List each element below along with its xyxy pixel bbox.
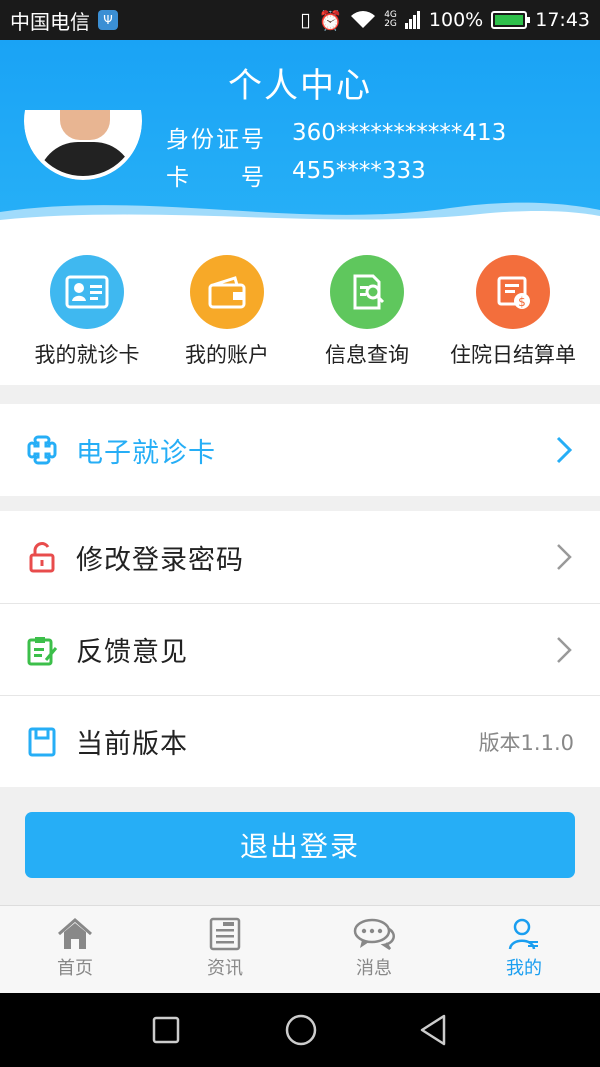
battery-percent: 100% (428, 9, 484, 31)
ecard-row[interactable]: 电子就诊卡 (0, 404, 600, 496)
feedback-label: 反馈意见 (76, 637, 188, 668)
tab-mine[interactable]: 我的 (474, 914, 574, 980)
tab-home-label: 首页 (57, 958, 93, 979)
daily-bill-label: 住院日结算单 (450, 343, 576, 367)
signal-icon (404, 11, 420, 29)
bill-icon: $ (476, 255, 550, 329)
feedback-row[interactable]: 反馈意见 (0, 603, 600, 695)
usb-icon: Ψ (98, 10, 118, 30)
chevron-right-icon (557, 544, 572, 570)
system-navigation-bar (0, 993, 600, 1067)
home-icon (25, 914, 125, 954)
tab-home[interactable]: 首页 (25, 914, 125, 980)
status-bar: 中国电信 Ψ ▯ ⏰ 4G 2G 100% 17:43 (0, 0, 600, 40)
id-number-row: 身份证号 360***********413 (166, 120, 506, 154)
version-value: 版本1.1.0 (478, 730, 574, 755)
settings-group: 修改登录密码 反馈意见 当前版本 版本1.1.0 (0, 511, 600, 787)
tab-messages[interactable]: 消息 (324, 914, 424, 980)
news-icon (175, 914, 275, 954)
save-disk-icon (26, 726, 58, 758)
card-number-row: 卡 号 455****333 (166, 158, 426, 192)
header-wave (0, 202, 600, 230)
id-number-label: 身份证号 (166, 127, 266, 153)
chat-icon (324, 914, 424, 954)
my-account-label: 我的账户 (185, 343, 269, 367)
tab-news[interactable]: 资讯 (175, 914, 275, 980)
alarm-icon: ⏰ (318, 9, 343, 32)
clipboard-edit-icon (26, 634, 58, 666)
card-number-value: 455****333 (292, 158, 426, 184)
bottom-tab-bar: 首页 资讯 消息 我的 (0, 905, 600, 993)
my-card-label: 我的就诊卡 (34, 343, 140, 367)
back-triangle-icon[interactable] (418, 1013, 448, 1047)
version-label: 当前版本 (76, 729, 188, 760)
daily-bill-action[interactable]: $ 住院日结算单 (438, 255, 588, 369)
info-query-action[interactable]: 信息查询 (292, 255, 442, 369)
clock: 17:43 (535, 9, 590, 31)
ecard-label: 电子就诊卡 (76, 437, 216, 469)
chevron-right-icon (556, 436, 573, 464)
my-account-action[interactable]: 我的账户 (152, 255, 302, 369)
wifi-icon (351, 11, 376, 28)
lock-icon (26, 541, 58, 573)
info-query-label: 信息查询 (325, 343, 409, 367)
tab-mine-label: 我的 (506, 958, 542, 979)
ecard-group: 电子就诊卡 (0, 404, 600, 496)
vibrate-icon: ▯ (300, 9, 311, 31)
user-icon (474, 914, 574, 954)
avatar[interactable] (24, 110, 142, 180)
my-card-action[interactable]: 我的就诊卡 (12, 255, 162, 369)
version-row: 当前版本 版本1.1.0 (0, 695, 600, 787)
recent-apps-icon[interactable] (152, 1016, 180, 1044)
medical-cross-icon (26, 434, 58, 466)
tab-news-label: 资讯 (207, 958, 243, 979)
battery-icon (491, 11, 531, 29)
id-number-value: 360***********413 (292, 120, 507, 146)
logout-button[interactable]: 退出登录 (25, 812, 575, 878)
carrier-name: 中国电信 (10, 9, 90, 34)
change-password-row[interactable]: 修改登录密码 (0, 511, 600, 603)
wallet-icon (190, 255, 264, 329)
card-number-label: 卡 号 (166, 165, 266, 191)
id-card-icon (50, 255, 124, 329)
change-password-label: 修改登录密码 (76, 544, 244, 576)
profile-header: 个人中心 身份证号 360***********413 卡 号 455****3… (0, 40, 600, 230)
quick-actions: 我的就诊卡 我的账户 信息查询 $ 住院日结算单 (0, 230, 600, 385)
chevron-right-icon (557, 636, 572, 663)
svg-text:$: $ (518, 295, 526, 309)
home-circle-icon[interactable] (284, 1013, 318, 1047)
document-search-icon (330, 255, 404, 329)
tab-messages-label: 消息 (356, 958, 392, 979)
network-type: 4G 2G (384, 10, 397, 29)
page-title: 个人中心 (228, 66, 372, 106)
